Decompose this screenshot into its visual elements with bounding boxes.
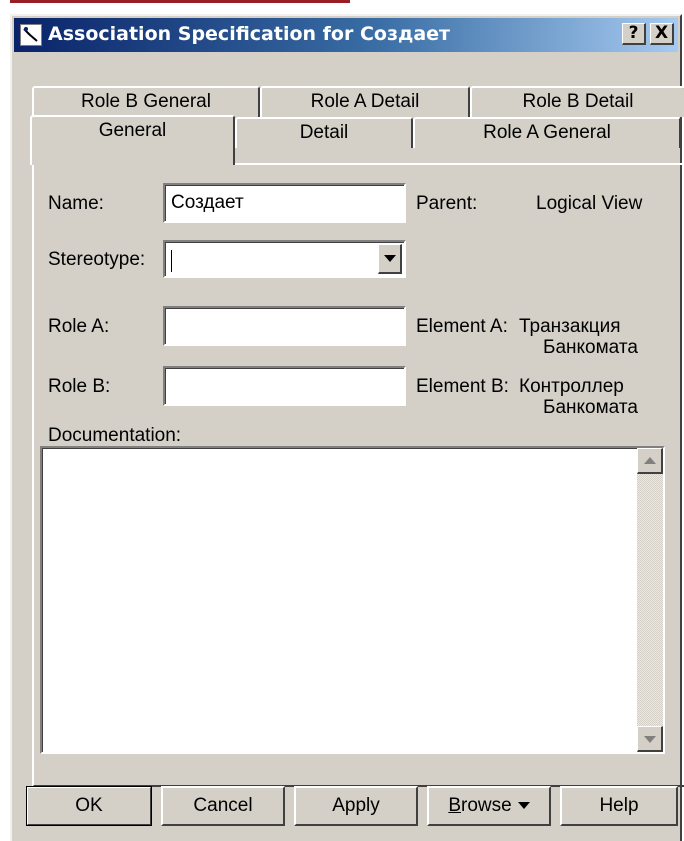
stereotype-label: Stereotype: xyxy=(48,249,146,270)
parent-label: Parent: xyxy=(416,193,478,214)
tab-role-b-detail[interactable]: Role B Detail xyxy=(470,86,684,117)
apply-button[interactable]: Apply xyxy=(294,786,418,826)
app-icon xyxy=(20,24,42,46)
documentation-label: Documentation: xyxy=(48,425,182,446)
element-a-label: Element A: xyxy=(416,316,508,337)
element-b-value-line1: Контроллер xyxy=(519,376,624,397)
browse-mnemonic: B xyxy=(448,795,461,816)
tab-role-b-general[interactable]: Role B General xyxy=(32,86,260,117)
role-a-field[interactable] xyxy=(163,306,406,346)
scroll-up-arrow-icon[interactable] xyxy=(637,448,663,474)
association-specification-dialog: Association Specification for Создает ? … xyxy=(10,14,684,841)
close-title-button[interactable]: X xyxy=(650,23,674,45)
title-bar[interactable]: Association Specification for Создает ? … xyxy=(14,18,678,52)
window-title: Association Specification for Создает xyxy=(48,23,451,45)
browse-label: rowse xyxy=(461,795,512,816)
browse-dropdown-icon xyxy=(517,802,530,810)
tab-detail[interactable]: Detail xyxy=(235,117,413,148)
stereotype-combobox[interactable] xyxy=(163,240,406,278)
cancel-button[interactable]: Cancel xyxy=(161,786,285,826)
help-button[interactable]: Help xyxy=(560,786,678,826)
documentation-textarea[interactable] xyxy=(40,446,665,754)
documentation-scrollbar[interactable] xyxy=(637,448,663,752)
browse-button[interactable]: Browse xyxy=(427,786,551,826)
tab-role-a-detail[interactable]: Role A Detail xyxy=(260,86,470,117)
role-b-field[interactable] xyxy=(163,366,406,406)
chevron-down-icon[interactable] xyxy=(378,244,402,274)
role-b-label: Role B: xyxy=(48,376,111,397)
element-a-value-line2: Банкомата xyxy=(543,337,638,358)
help-title-button[interactable]: ? xyxy=(622,23,646,45)
tab-general[interactable]: General xyxy=(30,115,235,165)
element-a-value-line1: Транзакция xyxy=(519,316,621,337)
name-label: Name: xyxy=(48,193,104,214)
scroll-down-arrow-icon[interactable] xyxy=(637,726,663,752)
name-field[interactable]: Создает xyxy=(163,183,406,223)
parent-value: Logical View xyxy=(536,193,643,214)
element-b-label: Element B: xyxy=(416,376,509,397)
background-accent-line xyxy=(10,0,350,3)
role-a-label: Role A: xyxy=(48,316,110,337)
element-b-value-line2: Банкомата xyxy=(543,397,638,418)
ok-button[interactable]: OK xyxy=(26,786,152,826)
text-caret xyxy=(171,250,172,272)
tab-role-a-general[interactable]: Role A General xyxy=(413,117,681,148)
